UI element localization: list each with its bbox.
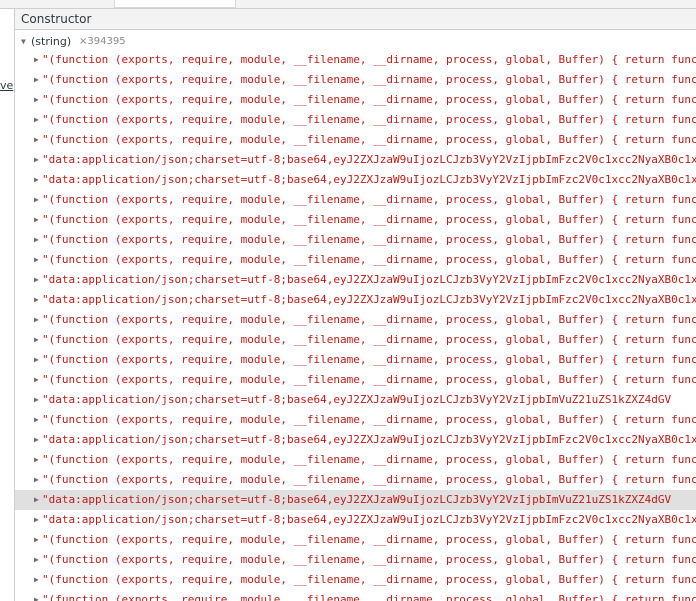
- string-value: "data:application/json;charset=utf-8;bas…: [42, 173, 696, 186]
- triangle-right-icon[interactable]: ▶: [34, 250, 39, 270]
- triangle-right-icon[interactable]: ▶: [34, 190, 39, 210]
- triangle-right-icon[interactable]: ▶: [34, 570, 39, 590]
- triangle-right-icon[interactable]: ▶: [34, 230, 39, 250]
- string-value: "(function (exports, require, module, __…: [42, 53, 696, 66]
- constructor-column-header[interactable]: Constructor: [15, 9, 696, 30]
- heap-object-tree: ▼ (string) ×394395 ▶ "(function (exports,…: [15, 30, 696, 601]
- string-value: "(function (exports, require, module, __…: [42, 453, 696, 466]
- triangle-right-icon[interactable]: ▶: [34, 110, 39, 130]
- triangle-right-icon[interactable]: ▶: [34, 370, 39, 390]
- triangle-right-icon[interactable]: ▶: [34, 450, 39, 470]
- string-value: "data:application/json;charset=utf-8;bas…: [42, 153, 696, 166]
- triangle-right-icon[interactable]: ▶: [34, 330, 39, 350]
- table-row[interactable]: ▶ "(function (exports, require, module, _…: [15, 530, 696, 550]
- string-value: "(function (exports, require, module, __…: [42, 373, 696, 386]
- string-value: "(function (exports, require, module, __…: [42, 133, 696, 146]
- table-row[interactable]: ▶ "(function (exports, require, module, _…: [15, 130, 696, 150]
- table-row[interactable]: ▶ "(function (exports, require, module, _…: [15, 250, 696, 270]
- string-value: "data:application/json;charset=utf-8;bas…: [42, 293, 696, 306]
- string-value: "(function (exports, require, module, __…: [42, 473, 696, 486]
- table-row[interactable]: ▶ "(function (exports, require, module, _…: [15, 470, 696, 490]
- triangle-right-icon[interactable]: ▶: [34, 350, 39, 370]
- string-value: "(function (exports, require, module, __…: [42, 193, 696, 206]
- table-row[interactable]: ▶ "data:application/json;charset=utf-8;ba…: [15, 390, 696, 410]
- table-row[interactable]: ▶ "data:application/json;charset=utf-8;ba…: [15, 490, 696, 510]
- table-row[interactable]: ▶ "data:application/json;charset=utf-8;ba…: [15, 170, 696, 190]
- table-row[interactable]: ▶ "data:application/json;charset=utf-8;ba…: [15, 510, 696, 530]
- triangle-right-icon[interactable]: ▶: [34, 150, 39, 170]
- left-pane: ve: [0, 9, 15, 601]
- triangle-right-icon[interactable]: ▶: [34, 290, 39, 310]
- string-value: "(function (exports, require, module, __…: [42, 253, 696, 266]
- triangle-right-icon[interactable]: ▶: [34, 490, 39, 510]
- string-value: "(function (exports, require, module, __…: [42, 573, 696, 586]
- table-row[interactable]: ▶ "data:application/json;charset=utf-8;ba…: [15, 290, 696, 310]
- triangle-right-icon[interactable]: ▶: [34, 470, 39, 490]
- left-pane-link[interactable]: ve: [0, 79, 13, 92]
- string-value: "data:application/json;charset=utf-8;bas…: [42, 273, 696, 286]
- triangle-right-icon[interactable]: ▶: [34, 70, 39, 90]
- table-row[interactable]: ▶ "(function (exports, require, module, _…: [15, 570, 696, 590]
- group-count: ×394395: [79, 36, 126, 47]
- string-value: "data:application/json;charset=utf-8;bas…: [42, 513, 696, 526]
- table-row[interactable]: ▶ "(function (exports, require, module, _…: [15, 70, 696, 90]
- triangle-right-icon[interactable]: ▶: [34, 390, 39, 410]
- triangle-right-icon[interactable]: ▶: [34, 170, 39, 190]
- triangle-right-icon[interactable]: ▶: [34, 430, 39, 450]
- table-row[interactable]: ▶ "data:application/json;charset=utf-8;ba…: [15, 430, 696, 450]
- triangle-right-icon[interactable]: ▶: [34, 130, 39, 150]
- string-group-row[interactable]: ▼ (string) ×394395: [15, 32, 696, 52]
- group-name: (string): [31, 35, 72, 48]
- column-title: Constructor: [21, 12, 92, 26]
- table-row[interactable]: ▶ "(function (exports, require, module, _…: [15, 210, 696, 230]
- class-filter-input[interactable]: [114, 0, 236, 8]
- string-value: "(function (exports, require, module, __…: [42, 233, 696, 246]
- table-row[interactable]: ▶ "(function (exports, require, module, _…: [15, 90, 696, 110]
- triangle-down-icon[interactable]: ▼: [21, 32, 26, 52]
- triangle-right-icon[interactable]: ▶: [34, 210, 39, 230]
- triangle-right-icon[interactable]: ▶: [34, 90, 39, 110]
- table-row[interactable]: ▶ "(function (exports, require, module, _…: [15, 310, 696, 330]
- table-row[interactable]: ▶ "(function (exports, require, module, _…: [15, 550, 696, 570]
- string-value: "(function (exports, require, module, __…: [42, 93, 696, 106]
- triangle-right-icon[interactable]: ▶: [34, 510, 39, 530]
- table-row[interactable]: ▶ "(function (exports, require, module, _…: [15, 450, 696, 470]
- string-value: "(function (exports, require, module, __…: [42, 553, 696, 566]
- string-value: "(function (exports, require, module, __…: [42, 113, 696, 126]
- table-row[interactable]: ▶ "(function (exports, require, module, _…: [15, 110, 696, 130]
- string-value: "(function (exports, require, module, __…: [42, 533, 696, 546]
- string-value: "data:application/json;charset=utf-8;bas…: [42, 433, 696, 446]
- table-row[interactable]: ▶ "(function (exports, require, module, _…: [15, 190, 696, 210]
- string-value: "(function (exports, require, module, __…: [42, 333, 696, 346]
- table-row[interactable]: ▶ "(function (exports, require, module, _…: [15, 50, 696, 70]
- table-row[interactable]: ▶ "(function (exports, require, module, _…: [15, 330, 696, 350]
- triangle-right-icon[interactable]: ▶: [34, 530, 39, 550]
- triangle-right-icon[interactable]: ▶: [34, 310, 39, 330]
- table-row[interactable]: ▶ "data:application/json;charset=utf-8;ba…: [15, 270, 696, 290]
- table-row[interactable]: ▶ "(function (exports, require, module, _…: [15, 350, 696, 370]
- table-row[interactable]: ▶ "data:application/json;charset=utf-8;ba…: [15, 150, 696, 170]
- triangle-right-icon[interactable]: ▶: [34, 270, 39, 290]
- string-value: "(function (exports, require, module, __…: [42, 353, 696, 366]
- string-value: "data:application/json;charset=utf-8;bas…: [42, 393, 672, 406]
- table-row[interactable]: ▶ "(function (exports, require, module, _…: [15, 590, 696, 601]
- table-row[interactable]: ▶ "(function (exports, require, module, _…: [15, 230, 696, 250]
- string-value: "data:application/json;charset=utf-8;bas…: [42, 493, 672, 506]
- table-row[interactable]: ▶ "(function (exports, require, module, _…: [15, 370, 696, 390]
- string-value: "(function (exports, require, module, __…: [42, 313, 696, 326]
- triangle-right-icon[interactable]: ▶: [34, 590, 39, 601]
- string-value: "(function (exports, require, module, __…: [42, 593, 696, 601]
- triangle-right-icon[interactable]: ▶: [34, 410, 39, 430]
- string-value: "(function (exports, require, module, __…: [42, 213, 696, 226]
- triangle-right-icon[interactable]: ▶: [34, 550, 39, 570]
- triangle-right-icon[interactable]: ▶: [34, 50, 39, 70]
- string-rows: ▶ "(function (exports, require, module, _…: [15, 50, 696, 601]
- string-value: "(function (exports, require, module, __…: [42, 413, 696, 426]
- string-value: "(function (exports, require, module, __…: [42, 73, 696, 86]
- toolbar-strip: [0, 0, 696, 9]
- table-row[interactable]: ▶ "(function (exports, require, module, _…: [15, 410, 696, 430]
